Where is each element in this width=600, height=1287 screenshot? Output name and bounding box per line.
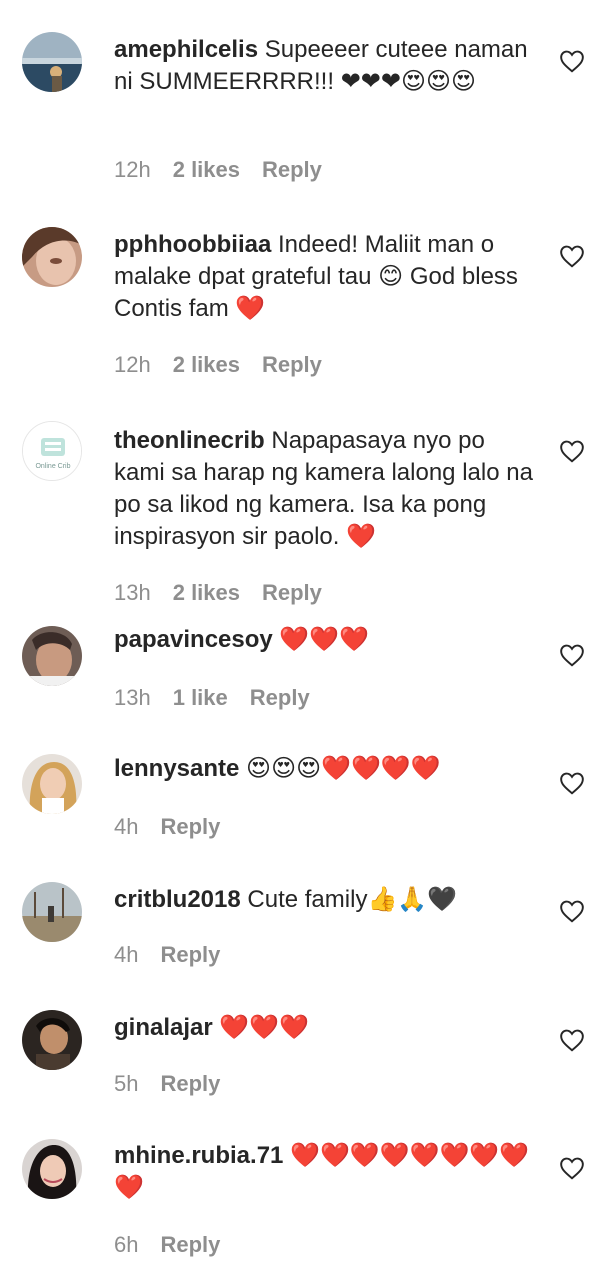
comment-likes[interactable]: 1 like [173, 685, 228, 710]
comment-likes[interactable]: 2 likes [173, 352, 240, 377]
heart-outline-icon[interactable] [559, 49, 585, 73]
heart-outline-icon[interactable] [559, 244, 585, 268]
comment-time[interactable]: 12h [114, 352, 151, 377]
comment-likes[interactable]: 2 likes [173, 157, 240, 182]
comment-username[interactable]: mhine.rubia.71 [114, 1142, 283, 1169]
comment-text: ❤️❤️❤️ [272, 626, 370, 653]
avatar[interactable] [22, 1010, 82, 1070]
heart-outline-icon[interactable] [559, 771, 585, 795]
comment-meta: 12h 2 likes Reply [114, 156, 344, 184]
heart-outline-icon[interactable] [559, 1156, 585, 1180]
comment-body: critblu2018 Cute family👍🙏🖤 [114, 884, 534, 916]
reply-button[interactable]: Reply [160, 1232, 220, 1257]
reply-button[interactable]: Reply [160, 814, 220, 839]
comment-time[interactable]: 6h [114, 1232, 138, 1257]
comment-username[interactable]: ginalajar [114, 1014, 213, 1041]
comment-body: amephilcelis Supeeeer cuteee naman ni SU… [114, 34, 534, 98]
comment-time[interactable]: 4h [114, 814, 138, 839]
avatar-logo-text: Online Crib [35, 463, 70, 470]
comment-meta: 4h Reply [114, 813, 242, 841]
heart-outline-icon[interactable] [559, 643, 585, 667]
comment-body: mhine.rubia.71 ❤️❤️❤️❤️❤️❤️❤️❤️❤️ [114, 1140, 534, 1204]
comment-meta: 6h Reply [114, 1231, 242, 1259]
comment-text: 😍😍😍❤️❤️❤️❤️ [239, 755, 441, 782]
avatar[interactable] [22, 754, 82, 814]
comment-body: lennysante 😍😍😍❤️❤️❤️❤️ [114, 753, 534, 785]
avatar[interactable] [22, 626, 82, 686]
reply-button[interactable]: Reply [262, 157, 322, 182]
comment-username[interactable]: pphhoobbiiaa [114, 231, 271, 258]
avatar[interactable]: Online Crib [22, 421, 82, 481]
comment-username[interactable]: theonlinecrib [114, 427, 265, 454]
reply-button[interactable]: Reply [262, 352, 322, 377]
comment-body: ginalajar ❤️❤️❤️ [114, 1012, 534, 1044]
comment-time[interactable]: 4h [114, 942, 138, 967]
comment-username[interactable]: papavincesoy [114, 626, 273, 653]
comment-body: papavincesoy ❤️❤️❤️ [114, 624, 534, 656]
comment-body: theonlinecrib Napapasaya nyo po kami sa … [114, 425, 534, 553]
comment-meta: 4h Reply [114, 941, 242, 969]
comment-likes[interactable]: 2 likes [173, 580, 240, 605]
comment-body: pphhoobbiiaa Indeed! Maliit man o malake… [114, 229, 534, 325]
reply-button[interactable]: Reply [160, 1071, 220, 1096]
comment-time[interactable]: 13h [114, 580, 151, 605]
avatar[interactable] [22, 32, 82, 92]
comment-meta: 13h 1 like Reply [114, 684, 332, 712]
comment-meta: 13h 2 likes Reply [114, 579, 344, 607]
comment-meta: 12h 2 likes Reply [114, 351, 344, 379]
reply-button[interactable]: Reply [262, 580, 322, 605]
comment-meta: 5h Reply [114, 1070, 242, 1098]
reply-button[interactable]: Reply [160, 942, 220, 967]
comment-time[interactable]: 13h [114, 685, 151, 710]
comment-username[interactable]: critblu2018 [114, 886, 241, 913]
avatar[interactable] [22, 227, 82, 287]
comment-text: ❤️❤️❤️ [212, 1014, 310, 1041]
heart-outline-icon[interactable] [559, 1028, 585, 1052]
comment-time[interactable]: 12h [114, 157, 151, 182]
comment-username[interactable]: amephilcelis [114, 36, 258, 63]
comment-username[interactable]: lennysante [114, 755, 239, 782]
heart-outline-icon[interactable] [559, 899, 585, 923]
avatar[interactable] [22, 1139, 82, 1199]
comment-text: Cute family👍🙏🖤 [240, 886, 458, 913]
comment-time[interactable]: 5h [114, 1071, 138, 1096]
heart-outline-icon[interactable] [559, 439, 585, 463]
reply-button[interactable]: Reply [250, 685, 310, 710]
avatar[interactable] [22, 882, 82, 942]
